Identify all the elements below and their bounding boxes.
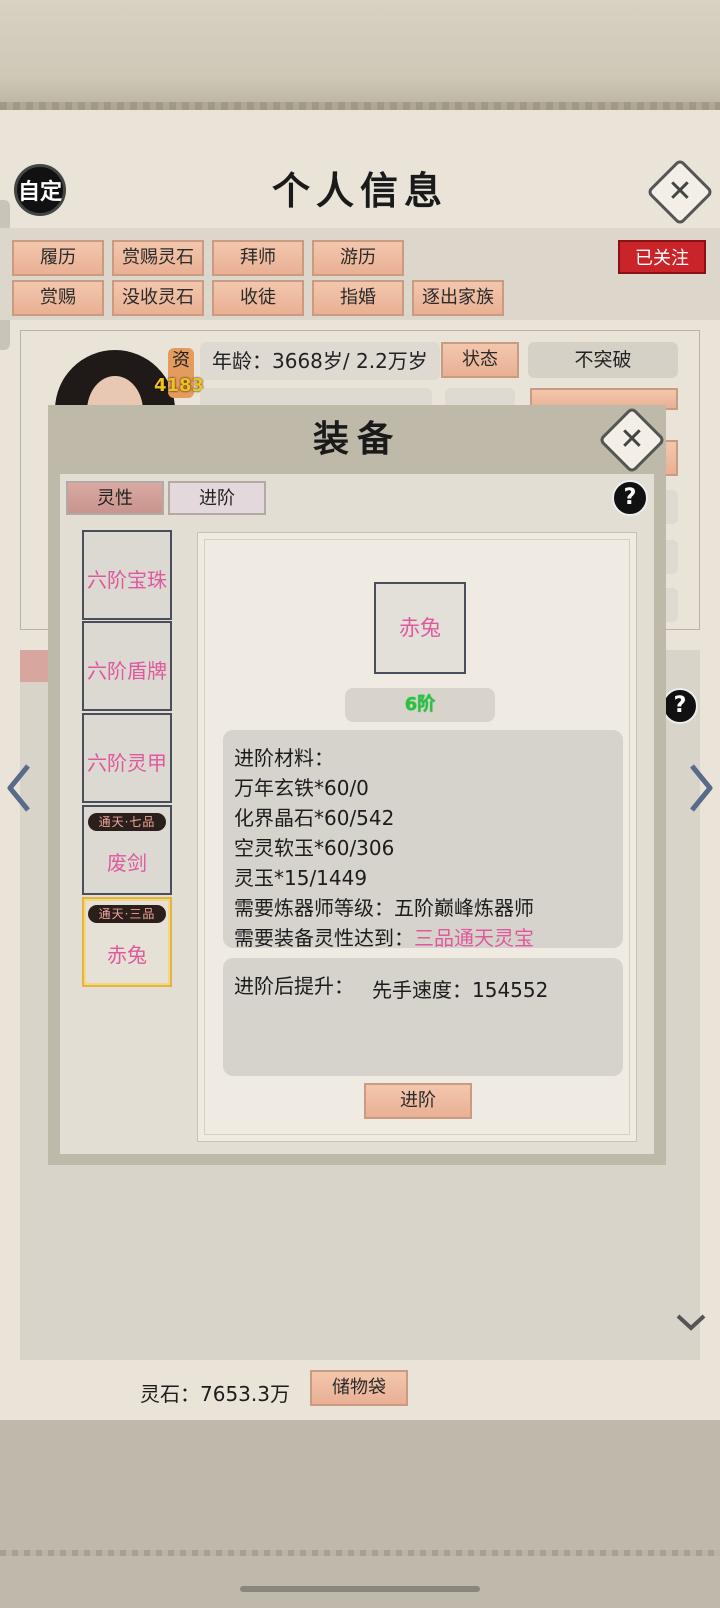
help-icon-outer[interactable]: ?	[662, 688, 698, 724]
apprentice-button[interactable]: 拜师	[212, 240, 304, 276]
equip-slot-shield[interactable]: 六阶盾牌	[82, 621, 172, 711]
requirement-label: 需要装备灵性达到：	[234, 926, 414, 950]
previous-arrow-icon[interactable]	[6, 764, 32, 812]
grade-badge: 通天·三品	[88, 905, 166, 923]
slot-label: 六阶盾牌	[87, 659, 167, 683]
resume-button[interactable]: 履历	[12, 240, 104, 276]
slot-label: 六阶灵甲	[87, 751, 167, 775]
top-banner	[0, 0, 720, 110]
spirit-requirement: 需要装备灵性达到：三品通天灵宝	[234, 922, 534, 951]
reward-button[interactable]: 赏赐	[12, 280, 104, 316]
expel-button[interactable]: 逐出家族	[412, 280, 504, 316]
tab-peek[interactable]	[20, 650, 50, 682]
close-icon: ✕	[667, 174, 693, 209]
age-field: 年龄：3668岁/ 2.2万岁	[200, 342, 440, 380]
close-icon: ✕	[619, 422, 645, 457]
help-icon[interactable]: ?	[612, 480, 648, 516]
tab-spirit[interactable]: 灵性	[66, 481, 164, 515]
spirit-stone-count: 灵石：7653.3万	[140, 1382, 290, 1406]
tab-advance[interactable]: 进阶	[168, 481, 266, 515]
selected-item-icon: 赤兔	[374, 582, 466, 674]
equip-slot-sword[interactable]: 通天·七品 废剑	[82, 805, 172, 895]
state-button[interactable]: 状态	[441, 342, 519, 378]
take-disciple-button[interactable]: 收徒	[212, 280, 304, 316]
reward-stones-button[interactable]: 赏赐灵石	[112, 240, 204, 276]
equip-slot-armor[interactable]: 六阶灵甲	[82, 713, 172, 803]
home-indicator[interactable]	[240, 1586, 480, 1592]
arrange-marriage-button[interactable]: 指婚	[312, 280, 404, 316]
advance-button[interactable]: 进阶	[364, 1083, 472, 1119]
confiscate-stones-button[interactable]: 没收灵石	[112, 280, 204, 316]
chevron-down-icon[interactable]	[676, 1312, 706, 1332]
material-line: 化界晶石*60/542	[234, 806, 395, 830]
storage-bag-button[interactable]: 储物袋	[310, 1370, 408, 1406]
material-line: 空灵软玉*60/306	[234, 836, 395, 860]
next-arrow-icon[interactable]	[688, 764, 714, 812]
grade-badge: 通天·七品	[88, 813, 166, 831]
slot-label: 赤兔	[107, 943, 147, 967]
refiner-requirement: 需要炼器师等级：五阶巅峰炼器师	[234, 896, 534, 920]
breakthrough-status[interactable]: 不突破	[528, 342, 678, 378]
modal-title: 装备	[312, 418, 401, 460]
boost-label: 进阶后提升：	[234, 974, 354, 998]
boost-value: 先手速度：154552	[372, 978, 549, 1002]
slot-label: 废剑	[107, 851, 147, 875]
equip-slot-orb[interactable]: 六阶宝珠	[82, 530, 172, 620]
tier-label: 6阶	[345, 688, 495, 722]
bottom-area	[0, 1420, 720, 1608]
requirement-value: 三品通天灵宝	[414, 926, 534, 950]
equip-slot-mount[interactable]: 通天·三品 赤兔	[82, 897, 172, 987]
material-line: 灵玉*15/1449	[234, 866, 368, 890]
materials-heading: 进阶材料：	[234, 746, 334, 770]
travel-button[interactable]: 游历	[312, 240, 404, 276]
material-line: 万年玄铁*60/0	[234, 776, 369, 800]
follow-button[interactable]: 已关注	[618, 240, 706, 274]
page-title: 个人信息	[271, 168, 448, 213]
slot-label: 六阶宝珠	[87, 568, 167, 592]
